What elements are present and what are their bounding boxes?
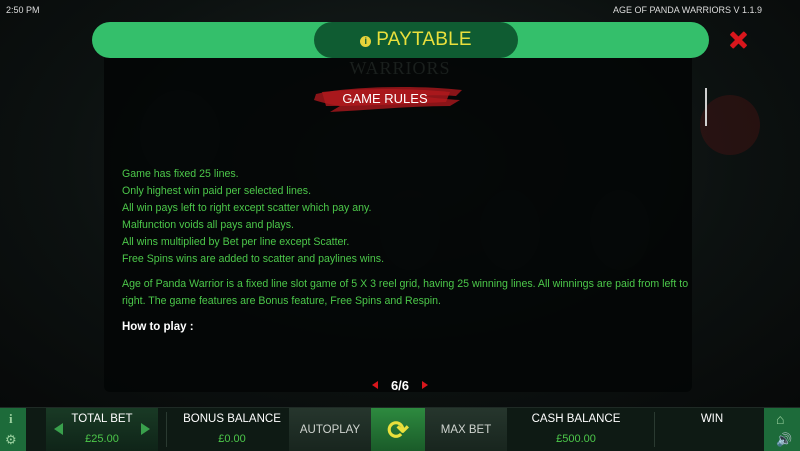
bottom-bar: i ⚙ TOTAL BET £25.00 BONUS BALANCE £0.00… <box>0 407 800 451</box>
bonus-balance-value: £0.00 <box>218 433 246 445</box>
win-label: WIN <box>700 413 724 425</box>
rule-line: All win pays left to right except scatte… <box>122 202 372 214</box>
total-bet-label: TOTAL BET <box>71 413 133 425</box>
page-title: PAYTABLE <box>376 29 472 50</box>
total-bet-value: £25.00 <box>85 433 119 445</box>
next-page-icon[interactable] <box>421 381 428 389</box>
rule-line: Malfunction voids all pays and plays. <box>122 219 294 231</box>
page-indicator: 6/6 <box>390 377 410 393</box>
rule-line: Only highest win paid per selected lines… <box>122 185 312 197</box>
logo-watermark: WARRIORS <box>349 58 451 78</box>
max-bet-button[interactable]: MAX BET <box>425 408 507 451</box>
cash-balance-value: £500.00 <box>556 433 596 445</box>
prev-page-icon[interactable] <box>372 381 378 389</box>
cash-balance-label: CASH BALANCE <box>531 413 621 425</box>
autoplay-button[interactable]: AUTOPLAY <box>289 408 371 451</box>
how-to-play-heading: How to play : <box>122 321 194 333</box>
rule-line: Free Spins wins are added to scatter and… <box>122 253 385 265</box>
gear-icon[interactable]: ⚙ <box>5 432 17 448</box>
paytable-title-bar: i PAYTABLE <box>92 22 709 58</box>
divider <box>166 412 167 447</box>
right-side-panel: ⌂ 🔊 <box>764 408 800 451</box>
left-side-panel: i ⚙ <box>0 408 26 451</box>
game-description: Age of Panda Warrior is a fixed line slo… <box>122 278 689 307</box>
paytable-title-pill: i PAYTABLE <box>314 22 518 58</box>
info-button[interactable]: i <box>9 411 13 427</box>
rules-content: Game has fixed 25 lines. Only highest wi… <box>122 166 700 336</box>
divider <box>654 412 655 447</box>
refresh-icon: ⟳ <box>387 414 409 445</box>
scrollbar[interactable] <box>705 88 707 126</box>
game-version: AGE OF PANDA WARRIORS V 1.1.9 <box>612 5 762 15</box>
game-rules-banner: GAME RULES <box>310 82 470 118</box>
section-title: GAME RULES <box>342 91 428 106</box>
info-icon: i <box>360 35 372 47</box>
bonus-balance-label: BONUS BALANCE <box>183 413 281 425</box>
rule-line: All wins multiplied by Bet per line exce… <box>122 236 350 248</box>
status-time: 2:50 PM <box>6 5 40 15</box>
total-bet-area: TOTAL BET £25.00 <box>46 408 158 451</box>
close-button[interactable] <box>726 28 750 52</box>
pagination: 6/6 <box>372 377 428 393</box>
rule-line: Game has fixed 25 lines. <box>122 168 239 180</box>
home-icon[interactable]: ⌂ <box>776 411 784 427</box>
speaker-icon[interactable]: 🔊 <box>776 432 792 448</box>
spin-button[interactable]: ⟳ <box>371 408 425 451</box>
